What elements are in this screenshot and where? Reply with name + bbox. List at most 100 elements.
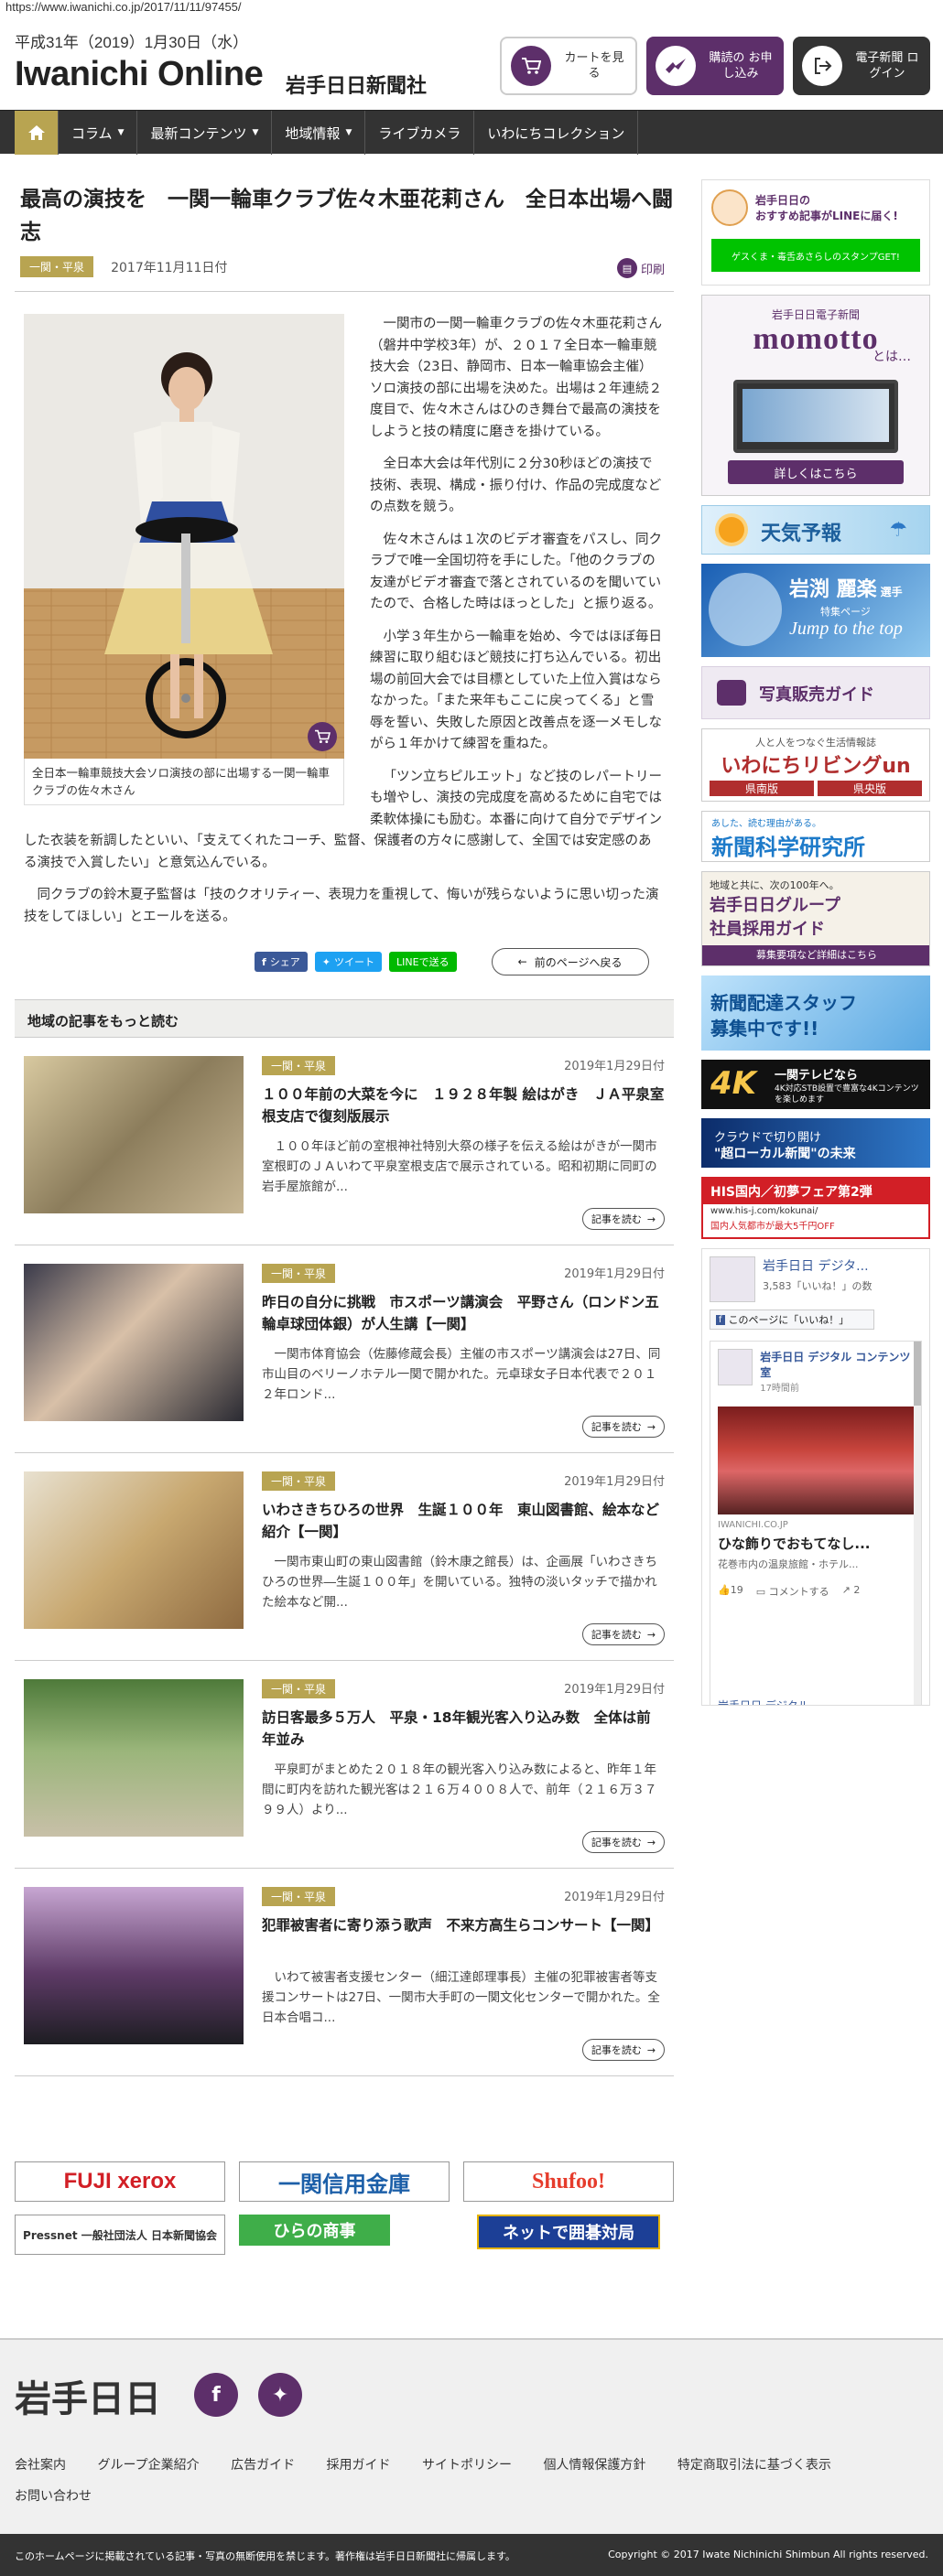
category-tag[interactable]: 一関・平泉 bbox=[262, 1679, 336, 1698]
related-title[interactable]: 犯罪被害者に寄り添う歌声 不来方高生らコンサート【一関】 bbox=[262, 1914, 665, 1936]
nav-item-region[interactable]: 地域情報 ▼ bbox=[272, 111, 366, 155]
related-title[interactable]: 訪日客最多５万人 平泉・18年観光客入り込み数 全体は前年並み bbox=[262, 1707, 665, 1751]
his-ad-banner[interactable]: HIS国内／初夢フェア第2弾 www.his-j.com/kokunai/ 国内… bbox=[701, 1177, 930, 1239]
footer-link[interactable]: 広告ガイド bbox=[231, 2450, 295, 2481]
nav-item-collection[interactable]: いわにちコレクション bbox=[474, 111, 639, 155]
print-button[interactable]: ▤ 印刷 bbox=[616, 258, 665, 278]
back-button[interactable]: ← 前のページへ戻る bbox=[491, 948, 649, 975]
momotto-banner[interactable]: 岩手日日電子新聞 momotto とは… 詳しくはこちら bbox=[701, 295, 930, 496]
article-title: 最高の演技を 一関一輪車クラブ佐々木亜花莉さん 全日本出場へ闘志 bbox=[20, 188, 673, 244]
related-excerpt: 平泉町がまとめた２０１８年の観光客入り込み数によると、昨年１年間に町内を訪れた観… bbox=[262, 1762, 657, 1817]
facebook-post: 岩手日日 デジタル コンテンツ室 17時間前 IWANICHI.CO.JP ひな… bbox=[710, 1341, 922, 1705]
page-avatar[interactable] bbox=[710, 1256, 755, 1302]
recruit-banner[interactable]: 地域と共に、次の100年へ。 岩手日日グループ 社員採用ガイド 募集要項など詳細… bbox=[701, 871, 930, 966]
read-more-button[interactable]: 記事を読む → bbox=[582, 1831, 665, 1853]
line-stamp-button[interactable]: ゲスくま・毒舌あさらしのスタンプGET! bbox=[711, 239, 920, 272]
related-title[interactable]: １００年前の大菜を今に １９２８年製 絵はがき ＪＡ平泉室根支店で復刻版展示 bbox=[262, 1083, 665, 1127]
footer-logo[interactable]: 岩手日日 bbox=[15, 2369, 161, 2422]
nav-item-latest[interactable]: 最新コンテンツ ▼ bbox=[137, 111, 273, 155]
tweet-button[interactable]: ✦ ツイート bbox=[314, 952, 383, 972]
momotto-details-button[interactable]: 詳しくはこちら bbox=[728, 460, 904, 484]
hina-doll-image[interactable] bbox=[718, 1407, 914, 1514]
site-logo[interactable]: Iwanichi Online bbox=[15, 55, 264, 94]
sponsor-ichinoseki-shinkin[interactable]: 一関信用金庫 bbox=[239, 2161, 450, 2202]
living-ken-o-button[interactable]: 県央版 bbox=[818, 781, 922, 796]
category-tag[interactable]: 一関・平泉 bbox=[262, 1471, 336, 1491]
twitter-icon[interactable]: ✦ bbox=[258, 2373, 302, 2417]
footer-link[interactable]: グループ企業紹介 bbox=[97, 2450, 199, 2481]
category-tag[interactable]: 一関・平泉 bbox=[262, 1264, 336, 1283]
read-more-button[interactable]: 記事を読む → bbox=[582, 1623, 665, 1645]
related-article[interactable]: 一関・平泉 2019年1月29日付訪日客最多５万人 平泉・18年観光客入り込み数 … bbox=[15, 1661, 674, 1869]
devices-image bbox=[733, 380, 898, 453]
facebook-like-button[interactable]: f このページに「いいね！」 bbox=[710, 1310, 874, 1330]
login-icon bbox=[802, 46, 842, 86]
facebook-icon[interactable]: f bbox=[194, 2373, 238, 2417]
read-more-button[interactable]: 記事を読む → bbox=[582, 1416, 665, 1438]
related-thumbnail[interactable] bbox=[24, 1887, 244, 2044]
sponsor-igo[interactable]: ネットで囲碁対局 bbox=[477, 2215, 660, 2249]
cart-button[interactable]: カートを見る bbox=[500, 37, 637, 95]
4k-banner[interactable]: 4K 一関テレビなら 4K対応STB設置で豊富な4Kコンテンツを楽しめます bbox=[701, 1060, 930, 1109]
nav-item-livecam[interactable]: ライブカメラ bbox=[365, 111, 475, 155]
category-tag[interactable]: 一関・平泉 bbox=[262, 1056, 336, 1075]
footer-link[interactable]: 採用ガイド bbox=[327, 2450, 391, 2481]
sponsor-shufoo[interactable]: Shufoo! bbox=[463, 2161, 674, 2202]
related-title[interactable]: いわさきちひろの世界 生誕１００年 東山図書館、絵本など紹介【一関】 bbox=[262, 1499, 665, 1543]
chevron-down-icon: ▼ bbox=[117, 128, 125, 137]
related-thumbnail[interactable] bbox=[24, 1679, 244, 1837]
living-kennan-button[interactable]: 県南版 bbox=[710, 781, 814, 796]
iwabuchi-banner[interactable]: 岩渕 麗楽 選手 特集ページ Jump to the top bbox=[701, 564, 930, 657]
related-thumbnail[interactable] bbox=[24, 1264, 244, 1421]
related-thumbnail[interactable] bbox=[24, 1056, 244, 1213]
related-list: 一関・平泉 2019年1月29日付 １００年前の大菜を今に １９２８年製 絵はがき … bbox=[15, 1038, 674, 2076]
article-meta: 一関・平泉 2017年11月11日付 ▤ 印刷 bbox=[15, 256, 674, 284]
related-date: 2019年1月29日付 bbox=[564, 1267, 665, 1281]
footer-link[interactable]: 個人情報保護方針 bbox=[543, 2450, 645, 2481]
nav-home-button[interactable] bbox=[15, 111, 59, 155]
related-thumbnail[interactable] bbox=[24, 1471, 244, 1629]
sponsor-fujixerox[interactable]: FUJI xerox bbox=[15, 2161, 225, 2202]
facebook-share-button[interactable]: f シェア bbox=[255, 952, 308, 972]
related-article[interactable]: 一関・平泉 2019年1月29日付昨日の自分に挑戦 市スポーツ講演会 平野さん（ロ… bbox=[15, 1245, 674, 1453]
cart-icon[interactable] bbox=[308, 722, 337, 751]
nav-item-column[interactable]: コラム ▼ bbox=[59, 111, 138, 155]
read-more-button[interactable]: 記事を読む → bbox=[582, 2039, 665, 2061]
living-banner[interactable]: 人と人をつなぐ生活情報誌 いわにちリビングun 県南版 県央版 bbox=[701, 728, 930, 802]
epaper-login-button[interactable]: 電子新聞 ログイン bbox=[793, 37, 930, 95]
unicycle-photo[interactable] bbox=[24, 314, 344, 759]
read-more-button[interactable]: 記事を読む → bbox=[582, 1208, 665, 1230]
related-article[interactable]: 一関・平泉 2019年1月29日付 いわさきちひろの世界 生誕１００年 東山図書館、… bbox=[15, 1453, 674, 1661]
related-article[interactable]: 一関・平泉 2019年1月29日付 犯罪被害者に寄り添う歌声 不来方高生らコンサート… bbox=[15, 1869, 674, 2076]
epaper-login-label: 電子新聞 ログイン bbox=[855, 51, 919, 81]
widget-scrollbar[interactable] bbox=[914, 1342, 921, 1705]
science-banner[interactable]: あした、読む理由がある。 新聞科学研究所 bbox=[701, 811, 930, 862]
like-icon[interactable]: 👍19 bbox=[718, 1584, 743, 1599]
footer-link[interactable]: お問い合わせ bbox=[15, 2481, 92, 2512]
article-paragraph: 同クラブの鈴木夏子監督は「技のクオリティー、表現力を重視して、悔いが残らないよう… bbox=[24, 888, 659, 924]
sponsor-pressnet[interactable]: Pressnet 一般社団法人 日本新聞協会 bbox=[15, 2215, 225, 2255]
weather-banner[interactable]: 天気予報 ☂ bbox=[701, 505, 930, 555]
photo-sales-banner[interactable]: 写真販売ガイド bbox=[701, 666, 930, 719]
related-article[interactable]: 一関・平泉 2019年1月29日付 １００年前の大菜を今に １９２８年製 絵はがき … bbox=[15, 1038, 674, 1245]
share-count[interactable]: ↗ 2 bbox=[842, 1584, 861, 1599]
line-share-button[interactable]: LINEで送る bbox=[389, 952, 457, 972]
related-excerpt: 一関市体育協会（佐藤修蔵会長）主催の市スポーツ講演会は27日、同市山目のベリーノ… bbox=[262, 1347, 661, 1402]
sponsor-hirano[interactable]: ひらの商事 bbox=[239, 2215, 390, 2246]
article-photo: 全日本一輪車競技大会ソロ演技の部に出場する一関一輪車クラブの佐々木さん bbox=[24, 314, 344, 805]
subscribe-button[interactable]: 購読の お申し込み bbox=[646, 37, 784, 95]
category-tag[interactable]: 一関・平泉 bbox=[262, 1887, 336, 1906]
footer-link[interactable]: 特定商取引法に基づく表示 bbox=[677, 2450, 831, 2481]
related-date: 2019年1月29日付 bbox=[564, 1683, 665, 1697]
comment-button[interactable]: ▭ コメントする bbox=[756, 1584, 829, 1599]
line-banner[interactable]: 岩手日日の おすすめ記事がLINEに届く! ゲスくま・毒舌あさらしのスタンプGE… bbox=[701, 179, 930, 286]
cloud-banner[interactable]: クラウドで切り開け "超ローカル新聞"の未来 bbox=[701, 1118, 930, 1168]
delivery-staff-banner[interactable]: 新聞配達スタッフ 募集中です!! bbox=[701, 975, 930, 1051]
mascot-icon bbox=[711, 189, 748, 226]
sidebar: 岩手日日の おすすめ記事がLINEに届く! ゲスくま・毒舌あさらしのスタンプGE… bbox=[701, 179, 930, 1715]
footer-link[interactable]: 会社案内 bbox=[15, 2450, 66, 2481]
category-tag[interactable]: 一関・平泉 bbox=[20, 256, 94, 277]
footer-link[interactable]: サイトポリシー bbox=[422, 2450, 512, 2481]
related-title[interactable]: 昨日の自分に挑戦 市スポーツ講演会 平野さん（ロンドン五輪卓球団体銀）が人生講【… bbox=[262, 1291, 665, 1335]
article-date: 2017年11月11日付 bbox=[111, 260, 228, 275]
